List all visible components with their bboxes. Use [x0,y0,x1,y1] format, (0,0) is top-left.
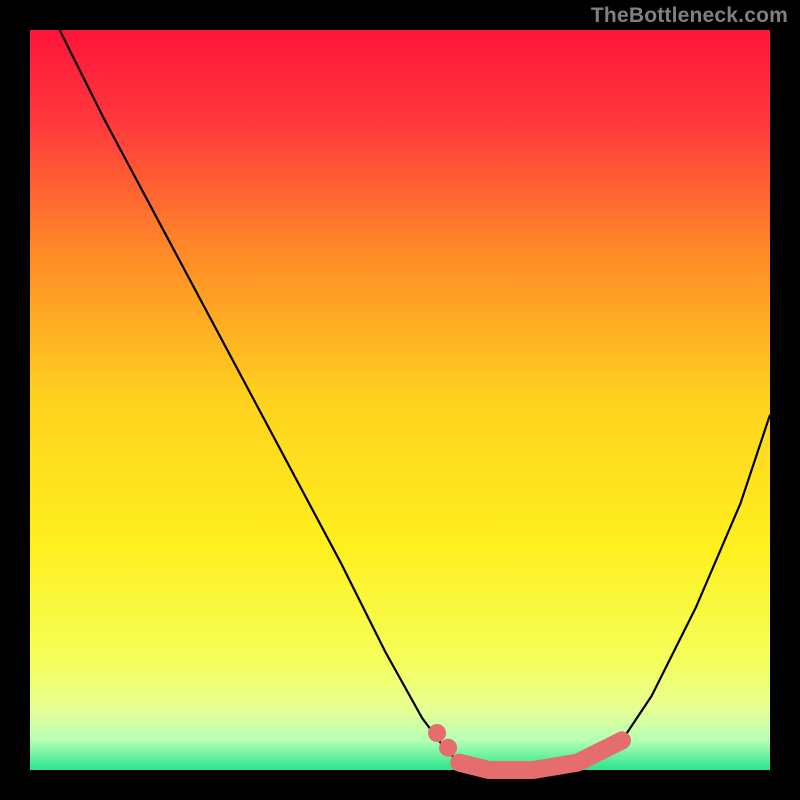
bottleneck-curve-plot [0,0,800,800]
plot-gradient-background [30,30,770,770]
highlight-dot-upper [428,724,446,742]
highlight-dot-lower [439,739,457,757]
chart-stage: TheBottleneck.com [0,0,800,800]
watermark-text: TheBottleneck.com [591,4,788,28]
